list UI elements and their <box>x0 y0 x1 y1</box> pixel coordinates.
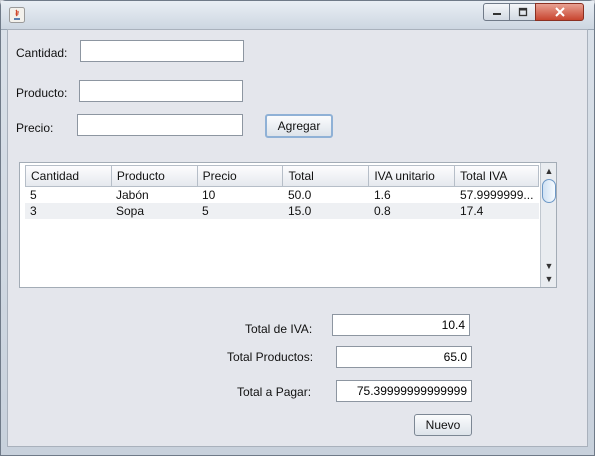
nuevo-button[interactable]: Nuevo <box>414 414 472 436</box>
table-cell: 1.6 <box>374 188 391 202</box>
table-cell: 10 <box>202 188 216 202</box>
table-cell: Sopa <box>116 204 145 218</box>
java-app-icon <box>9 7 25 23</box>
table-cell: 17.4 <box>460 204 484 218</box>
minimize-button[interactable] <box>483 3 510 21</box>
table-grid: Cantidad Producto Precio Total IVA unita… <box>25 165 539 219</box>
column-header-total[interactable]: Total <box>283 166 370 186</box>
table-row[interactable]: 3 Sopa 5 15.0 0.8 17.4 <box>25 203 539 219</box>
table-cell: 57.9999999... <box>460 188 534 202</box>
column-header-producto[interactable]: Producto <box>112 166 198 186</box>
total-productos-label: Total Productos: <box>227 350 314 364</box>
title-bar[interactable] <box>1 1 594 30</box>
minimize-icon <box>492 13 501 15</box>
table-cell: 0.8 <box>374 204 391 218</box>
column-header-total-iva[interactable]: Total IVA <box>455 166 539 186</box>
total-iva-field[interactable] <box>332 314 470 336</box>
table-cell: 50.0 <box>288 188 312 202</box>
table-cell: 3 <box>30 204 37 218</box>
scroll-thumb[interactable] <box>542 179 556 203</box>
close-button[interactable] <box>535 3 584 21</box>
table-header: Cantidad Producto Precio Total IVA unita… <box>25 165 539 187</box>
total-iva-label: Total de IVA: <box>245 322 313 336</box>
table-cell: 5 <box>202 204 209 218</box>
precio-input[interactable] <box>77 114 243 136</box>
app-window: Cantidad: Producto: Precio: Agregar Cant… <box>0 0 595 456</box>
column-header-iva-unitario[interactable]: IVA unitario <box>369 166 456 186</box>
cantidad-input[interactable] <box>80 40 244 62</box>
scroll-down-stop-icon[interactable]: ▼ <box>541 259 556 273</box>
scroll-down-icon[interactable]: ▼ <box>541 272 556 286</box>
agregar-button[interactable]: Agregar <box>265 114 333 138</box>
products-table[interactable]: Cantidad Producto Precio Total IVA unita… <box>19 162 557 288</box>
table-cell: Jabón <box>116 188 149 202</box>
producto-label: Producto: <box>16 86 68 100</box>
vertical-scrollbar[interactable]: ▲ ▼ ▼ <box>540 163 556 287</box>
total-pagar-field[interactable] <box>336 380 472 402</box>
scroll-up-icon[interactable]: ▲ <box>541 164 556 178</box>
column-header-cantidad[interactable]: Cantidad <box>26 166 112 186</box>
column-header-precio[interactable]: Precio <box>198 166 284 186</box>
cantidad-label: Cantidad: <box>16 46 68 60</box>
content-pane: Cantidad: Producto: Precio: Agregar Cant… <box>7 29 588 447</box>
producto-input[interactable] <box>79 80 243 102</box>
table-cell: 5 <box>30 188 37 202</box>
total-productos-field[interactable] <box>336 346 472 368</box>
total-pagar-label: Total a Pagar: <box>237 385 312 399</box>
close-icon <box>554 7 565 17</box>
table-cell: 15.0 <box>288 204 312 218</box>
maximize-icon <box>518 7 527 17</box>
maximize-button[interactable] <box>509 3 536 21</box>
precio-label: Precio: <box>16 121 54 135</box>
table-row[interactable]: 5 Jabón 10 50.0 1.6 57.9999999... <box>25 187 539 203</box>
